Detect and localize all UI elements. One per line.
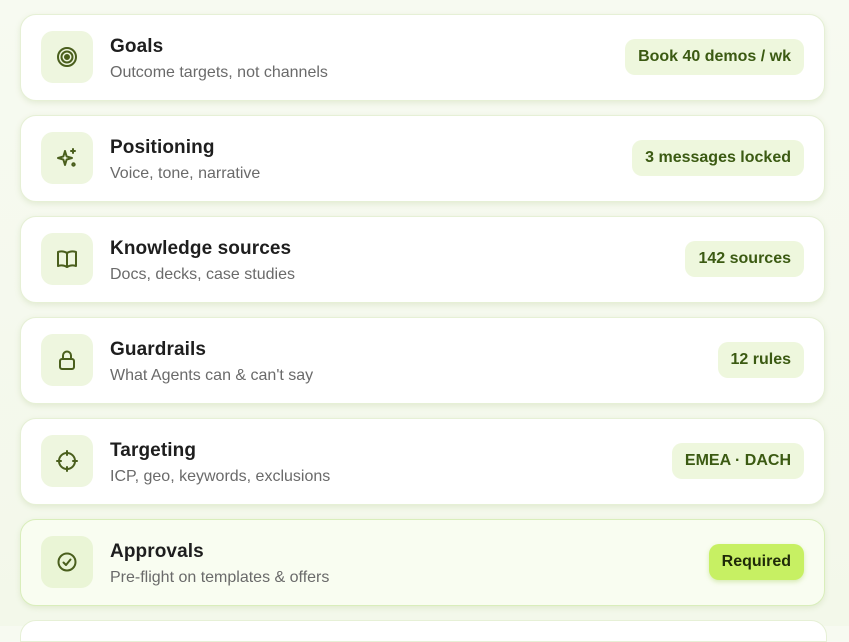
status-badge: 12 rules [717,342,804,378]
card-text: Approvals Pre-flight on templates & offe… [110,540,329,589]
required-badge: Required [708,544,804,580]
card-goals[interactable]: Goals Outcome targets, not channels Book… [20,14,825,101]
book-open-icon [41,233,93,285]
card-title: Approvals [110,541,204,562]
card-subtitle: What Agents can & can't say [110,367,314,384]
check-circle-icon [41,536,93,588]
next-card-peek [20,620,827,642]
card-text: Positioning Voice, tone, narrative [110,136,260,185]
card-text: Guardrails What Agents can & can't say [110,338,313,387]
card-positioning[interactable]: Positioning Voice, tone, narrative 3 mes… [20,115,825,202]
sparkles-icon [41,132,93,184]
target-icon [41,31,93,83]
card-title: Guardrails [110,339,207,360]
card-title: Targeting [110,440,197,461]
crosshair-icon [41,435,93,487]
card-targeting[interactable]: Targeting ICP, geo, keywords, exclusions… [20,418,825,505]
card-title: Knowledge sources [110,238,292,259]
settings-list: Goals Outcome targets, not channels Book… [20,14,825,620]
card-subtitle: ICP, geo, keywords, exclusions [110,468,331,485]
card-title: Positioning [110,137,215,158]
status-badge: 142 sources [685,241,804,277]
card-text: Knowledge sources Docs, decks, case stud… [110,237,295,286]
lock-icon [41,334,93,386]
card-approvals[interactable]: Approvals Pre-flight on templates & offe… [20,519,825,606]
card-text: Goals Outcome targets, not channels [110,35,328,84]
status-badge: 3 messages locked [632,140,804,176]
card-knowledge-sources[interactable]: Knowledge sources Docs, decks, case stud… [20,216,825,303]
card-subtitle: Outcome targets, not channels [110,64,328,81]
card-title: Goals [110,36,164,57]
card-guardrails[interactable]: Guardrails What Agents can & can't say 1… [20,317,825,404]
card-subtitle: Pre-flight on templates & offers [110,569,330,586]
status-badge: EMEA · DACH [671,443,804,479]
card-subtitle: Voice, tone, narrative [110,165,261,182]
card-subtitle: Docs, decks, case studies [110,266,295,283]
card-text: Targeting ICP, geo, keywords, exclusions [110,439,330,488]
status-badge: Book 40 demos / wk [625,39,804,75]
